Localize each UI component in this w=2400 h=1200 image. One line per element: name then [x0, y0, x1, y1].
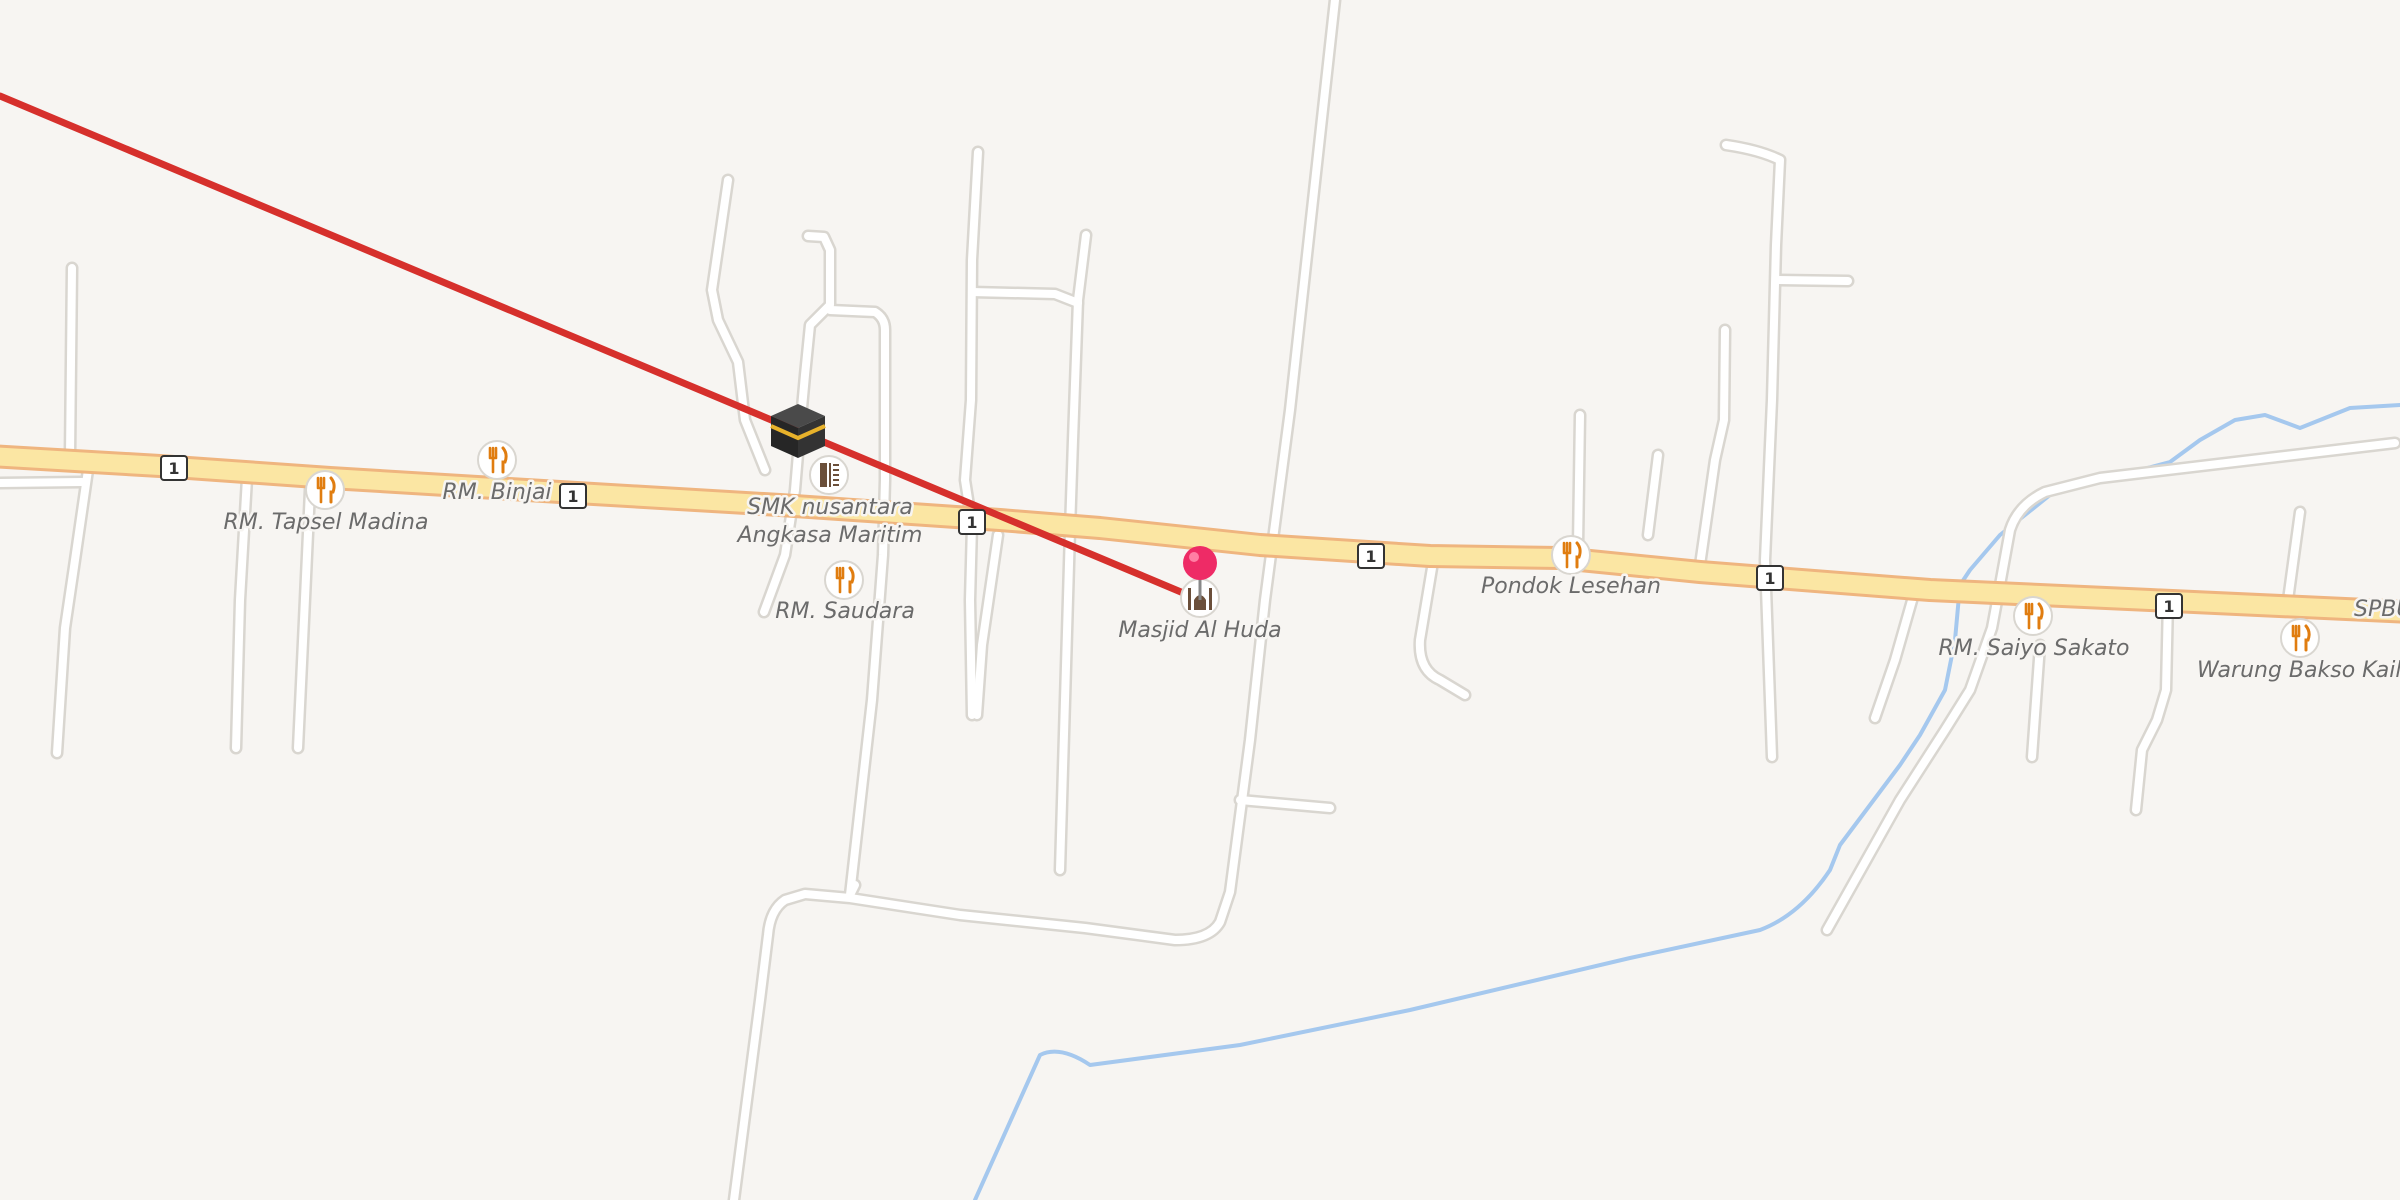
restaurant-icon[interactable]	[824, 560, 864, 600]
road-shield-label: 1	[1365, 547, 1376, 566]
poi-label: SMK nusantara	[747, 495, 913, 520]
poi-label: RM. Saudara	[775, 599, 915, 624]
poi-label: Pondok Lesehan	[1481, 574, 1661, 599]
road-shield: 1	[1756, 565, 1784, 591]
poi-label: RM. Saiyo Sakato	[1938, 636, 2129, 661]
poi-label: Angkasa Maritim	[736, 523, 923, 548]
restaurant-icon[interactable]	[477, 440, 517, 480]
poi-label: SPBU	[2354, 597, 2400, 622]
restaurant-icon[interactable]	[2280, 618, 2320, 658]
road-shield-label: 1	[2163, 597, 2174, 616]
poi-label: Warung Bakso Kaila	[2197, 658, 2400, 683]
map-canvas[interactable]: 1 1 1 1 1 1 RM. Tapsel Madina RM. Binjai…	[0, 0, 2400, 1200]
poi-label: RM. Tapsel Madina	[224, 510, 429, 535]
poi-label: RM. Binjai	[442, 480, 551, 505]
restaurant-icon[interactable]	[305, 470, 345, 510]
road-shield: 1	[160, 455, 188, 481]
road-shield-label: 1	[168, 459, 179, 478]
road-shield: 1	[2155, 593, 2183, 619]
road-shield: 1	[958, 509, 986, 535]
road-shield: 1	[1357, 543, 1385, 569]
restaurant-icon[interactable]	[1551, 535, 1591, 575]
poi-label: Masjid Al Huda	[1118, 618, 1281, 643]
road-shield-label: 1	[966, 513, 977, 532]
road-shield-label: 1	[1764, 569, 1775, 588]
road-shield-label: 1	[567, 487, 578, 506]
road-shield: 1	[559, 483, 587, 509]
school-icon[interactable]	[809, 455, 849, 495]
restaurant-icon[interactable]	[2013, 596, 2053, 636]
